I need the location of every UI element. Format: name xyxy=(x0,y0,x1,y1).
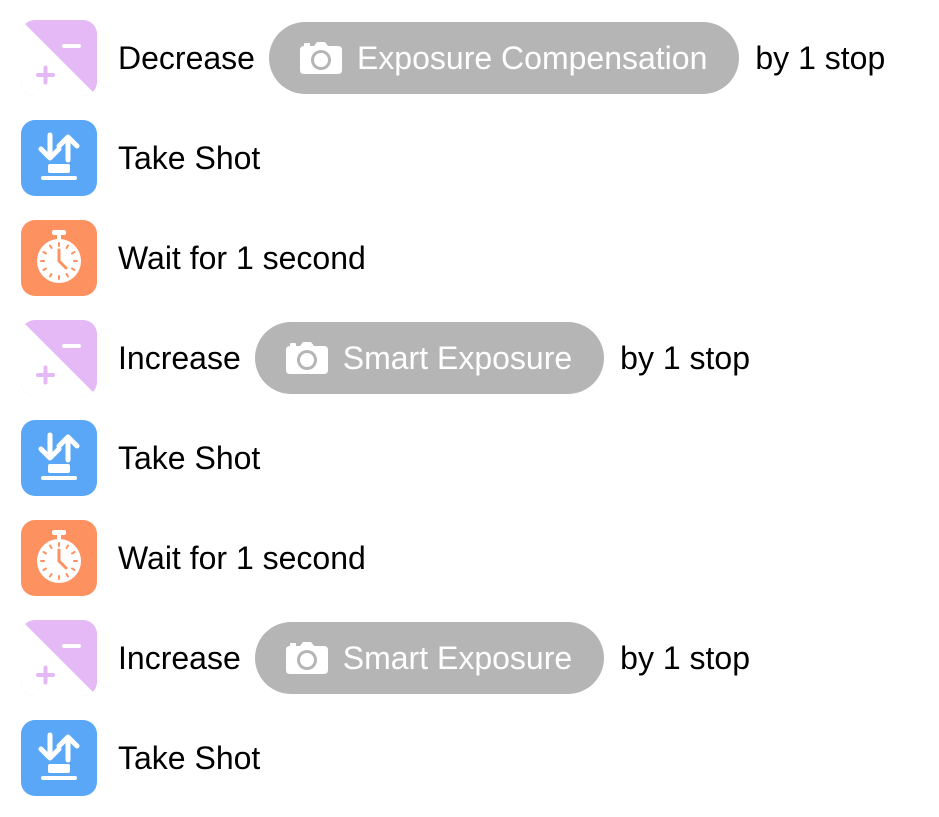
action-row-decrease-exposure[interactable]: Decrease Exposure Compensation by 1 stop xyxy=(21,20,931,96)
exposure-compensation-icon xyxy=(21,320,97,396)
parameter-label: Smart Exposure xyxy=(342,339,573,376)
action-verb: Decrease xyxy=(118,40,255,76)
action-verb: Increase xyxy=(118,340,241,376)
action-label: Wait for 1 second xyxy=(118,540,366,576)
action-suffix: by 1 stop xyxy=(755,40,886,76)
action-row-take-shot[interactable]: Take Shot xyxy=(21,720,931,796)
parameter-label: Exposure Compensation xyxy=(356,39,708,76)
camera-icon xyxy=(299,42,342,74)
action-row-increase-exposure[interactable]: Increase Smart Exposure by 1 stop xyxy=(21,320,931,396)
action-suffix: by 1 stop xyxy=(620,340,751,376)
camera-icon xyxy=(285,642,328,674)
parameter-label: Smart Exposure xyxy=(342,639,573,676)
parameter-token-smart-exposure[interactable]: Smart Exposure xyxy=(254,322,605,394)
exposure-compensation-icon xyxy=(21,20,97,96)
stopwatch-icon xyxy=(21,220,97,296)
action-list: Decrease Exposure Compensation by 1 stop xyxy=(21,20,931,796)
action-row-take-shot[interactable]: Take Shot xyxy=(21,120,931,196)
parameter-token-exposure-compensation[interactable]: Exposure Compensation xyxy=(268,22,740,94)
exposure-compensation-icon xyxy=(21,620,97,696)
action-row-increase-exposure[interactable]: Increase Smart Exposure by 1 stop xyxy=(21,620,931,696)
take-shot-icon xyxy=(21,720,97,796)
action-label: Take Shot xyxy=(118,140,261,176)
action-verb: Increase xyxy=(118,640,241,676)
take-shot-icon xyxy=(21,420,97,496)
stopwatch-icon xyxy=(21,520,97,596)
action-row-wait[interactable]: Wait for 1 second xyxy=(21,520,931,596)
action-label: Take Shot xyxy=(118,440,261,476)
parameter-token-smart-exposure[interactable]: Smart Exposure xyxy=(254,622,605,694)
take-shot-icon xyxy=(21,120,97,196)
action-row-take-shot[interactable]: Take Shot xyxy=(21,420,931,496)
action-label: Wait for 1 second xyxy=(118,240,366,276)
action-suffix: by 1 stop xyxy=(620,640,751,676)
camera-icon xyxy=(285,342,328,374)
action-label: Take Shot xyxy=(118,740,261,776)
action-row-wait[interactable]: Wait for 1 second xyxy=(21,220,931,296)
